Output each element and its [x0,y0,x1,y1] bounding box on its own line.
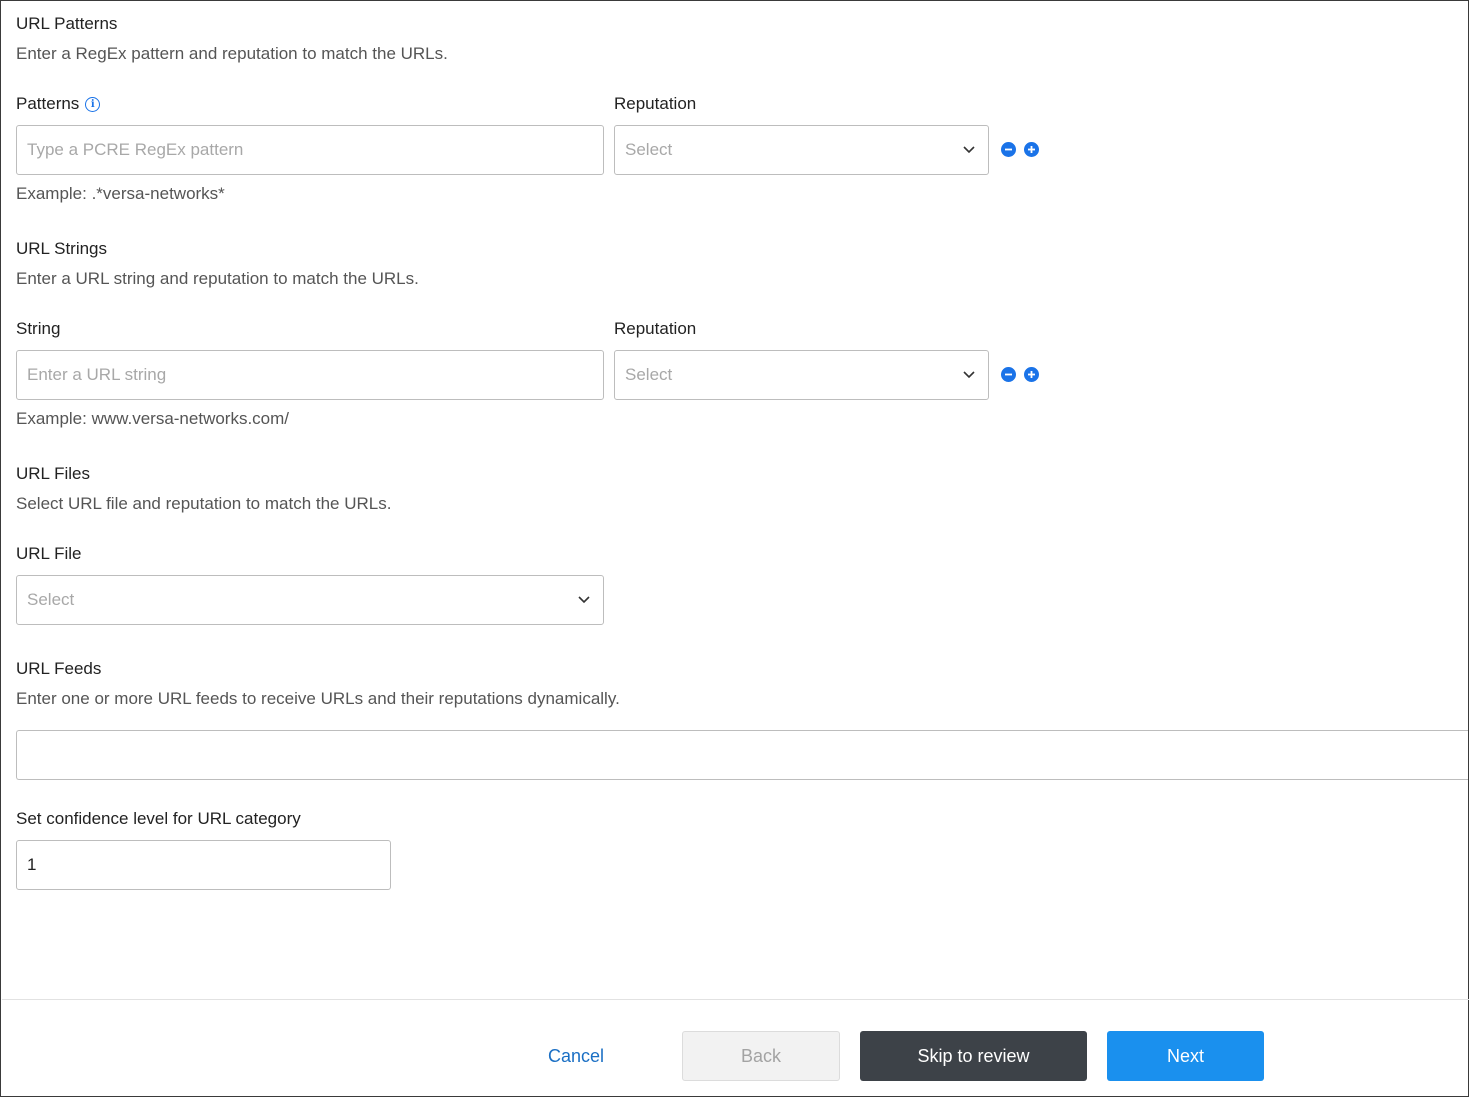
confidence-label: Set confidence level for URL category [16,809,301,828]
url-patterns-description: Enter a RegEx pattern and reputation to … [16,44,448,63]
add-string-button[interactable] [1024,367,1039,382]
patterns-label-row: Patterns i [16,94,101,114]
chevron-down-icon [577,593,591,607]
skip-to-review-button[interactable]: Skip to review [860,1031,1087,1081]
pattern-example: Example: .*versa-networks* [16,184,225,203]
url-strings-description: Enter a URL string and reputation to mat… [16,269,419,288]
minus-circle-icon [1005,148,1012,151]
back-button[interactable]: Back [682,1031,840,1081]
chevron-down-icon [962,368,976,382]
string-reputation-placeholder: Select [625,365,673,384]
pattern-reputation-placeholder: Select [625,140,673,159]
info-icon[interactable]: i [85,96,101,112]
url-feeds-title: URL Feeds [16,659,102,678]
confidence-input[interactable] [16,840,391,890]
url-file-placeholder: Select [27,590,75,609]
pattern-reputation-label: Reputation [614,94,697,113]
footer-divider [2,999,1469,1000]
chevron-down-icon [962,143,976,157]
patterns-label: Patterns [16,94,80,113]
url-files-title: URL Files [16,464,90,483]
url-files-description: Select URL file and reputation to match … [16,494,392,513]
string-reputation-select[interactable]: Select [614,350,989,400]
minus-circle-icon [1005,373,1012,376]
remove-string-button[interactable] [1001,367,1016,382]
url-feeds-description: Enter one or more URL feeds to receive U… [16,689,620,708]
cancel-button[interactable]: Cancel [531,1031,621,1081]
url-patterns-title: URL Patterns [16,14,118,33]
url-strings-title: URL Strings [16,239,108,258]
string-example: Example: www.versa-networks.com/ [16,409,290,428]
url-file-select[interactable]: Select [16,575,604,625]
url-string-input[interactable] [16,350,604,400]
plus-circle-icon [1028,146,1035,153]
pattern-reputation-select[interactable]: Select [614,125,989,175]
url-feeds-input[interactable] [16,730,1468,780]
next-button[interactable]: Next [1107,1031,1264,1081]
pattern-input[interactable] [16,125,604,175]
plus-circle-icon [1028,371,1035,378]
string-reputation-label: Reputation [614,319,697,338]
url-file-label: URL File [16,544,82,563]
wizard-panel: URL Patterns Enter a RegEx pattern and r… [0,0,1469,1097]
remove-pattern-button[interactable] [1001,142,1016,157]
string-label: String [16,319,61,338]
add-pattern-button[interactable] [1024,142,1039,157]
